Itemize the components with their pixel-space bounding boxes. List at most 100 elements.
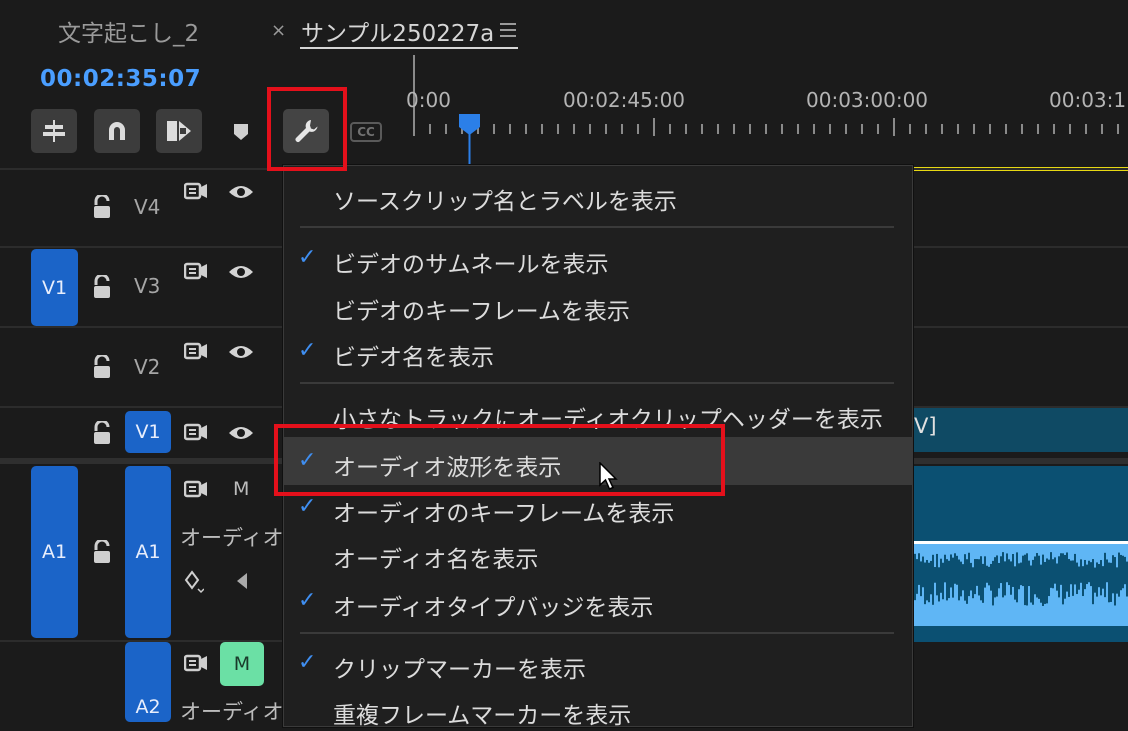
track-label-v4: V4 [134, 195, 161, 219]
ruler-tick [797, 124, 799, 134]
ruler-tick [701, 124, 703, 134]
ruler-time-2: 00:03:00:00 [806, 88, 929, 112]
track-target-a1[interactable]: A1 [125, 466, 171, 638]
active-tab-underline [300, 47, 518, 49]
ruler-tick [877, 124, 879, 134]
insert-nest-button[interactable] [31, 109, 77, 153]
ruler-tick [1085, 124, 1087, 134]
menu-item-audio-type-badge[interactable]: ✓ オーディオタイプバッジを表示 [284, 579, 912, 623]
ruler-tick [733, 124, 735, 134]
ruler-tick [813, 124, 815, 134]
checkmark-icon: ✓ [298, 588, 317, 613]
ruler-tick [909, 124, 911, 134]
playhead-timecode[interactable]: 00:02:35:07 [40, 66, 201, 92]
hamburger-icon[interactable] [500, 22, 518, 38]
tab-transcript[interactable]: 文字起こし_2 [58, 14, 199, 48]
previous-keyframe-icon[interactable] [236, 572, 248, 594]
magnet-icon [109, 122, 125, 140]
menu-separator [300, 632, 894, 634]
video-clip-label: V] [914, 414, 937, 438]
menu-item-video-thumbnails[interactable]: ✓ ビデオのサムネールを表示 [284, 236, 912, 280]
eye-icon[interactable] [228, 184, 254, 204]
snap-button[interactable] [94, 109, 140, 153]
ruler-time-3: 00:03:1 [1049, 88, 1127, 112]
ruler-ticks[interactable] [413, 118, 1128, 138]
lock-icon[interactable] [92, 193, 112, 223]
ruler-tick [557, 124, 559, 134]
ruler-tick [765, 124, 767, 134]
track-target-a2[interactable]: A2 [125, 642, 171, 722]
linked-selection-button[interactable] [156, 109, 202, 153]
ruler-tick [829, 124, 831, 134]
ruler-tick [845, 124, 847, 134]
menu-item-audio-names[interactable]: オーディオ名を表示 [284, 531, 912, 575]
highlight-box-waveform-item [274, 424, 725, 496]
ruler-tick [429, 124, 431, 134]
track-name-a2: オーディオ [180, 700, 283, 724]
sync-lock-icon[interactable] [183, 654, 208, 676]
ruler-tick [781, 124, 783, 134]
ruler-tick [653, 118, 655, 136]
keyframe-icon[interactable] [184, 570, 205, 598]
sync-lock-icon[interactable] [183, 262, 208, 284]
video-clip[interactable]: V] [912, 408, 1128, 452]
ruler-tick [1053, 124, 1055, 134]
menu-item-video-keyframes[interactable]: ビデオのキーフレームを表示 [284, 283, 912, 327]
mute-button-a1[interactable]: M [233, 478, 249, 500]
eye-icon[interactable] [228, 425, 254, 445]
ruler-tick [1117, 124, 1119, 134]
ruler-tick [989, 124, 991, 134]
checkmark-icon: ✓ [298, 650, 317, 675]
menu-item-source-clip-name[interactable]: ソースクリップ名とラベルを表示 [284, 173, 912, 217]
sync-lock-icon[interactable] [183, 182, 208, 204]
ruler-time-1: 00:02:45:00 [563, 88, 686, 112]
menu-separator [300, 382, 894, 384]
ruler-tick [685, 124, 687, 134]
menu-item-video-names[interactable]: ✓ ビデオ名を表示 [284, 329, 912, 373]
ruler-tick [893, 118, 895, 136]
audio-clip[interactable] [912, 466, 1128, 642]
captions-button[interactable]: CC [350, 122, 382, 142]
lock-icon[interactable] [92, 273, 112, 303]
ruler-tick [1101, 124, 1103, 134]
checkmark-icon: ✓ [298, 338, 317, 363]
source-patch-a1[interactable]: A1 [31, 466, 78, 638]
lock-icon[interactable] [92, 538, 112, 568]
track-target-v1[interactable]: V1 [125, 411, 171, 453]
eye-icon[interactable] [228, 344, 254, 364]
menu-separator [300, 226, 894, 228]
ruler-tick [1005, 124, 1007, 134]
ruler-tick [1037, 124, 1039, 134]
sync-lock-icon[interactable] [183, 423, 208, 445]
menu-item-duplicate-frame-markers[interactable]: 重複フレームマーカーを表示 [284, 687, 912, 731]
ruler-tick [861, 124, 863, 134]
ruler-tick [941, 124, 943, 134]
sync-lock-icon[interactable] [183, 342, 208, 364]
lock-icon[interactable] [92, 419, 112, 449]
ruler-tick [509, 124, 511, 134]
ruler-tick [973, 124, 975, 134]
checkmark-icon: ✓ [298, 245, 317, 270]
ruler-tick [573, 124, 575, 134]
lock-icon[interactable] [92, 353, 112, 383]
source-patch-v1[interactable]: V1 [31, 249, 78, 326]
ruler-tick [1069, 124, 1071, 134]
ruler-tick [525, 124, 527, 134]
eye-icon[interactable] [228, 264, 254, 284]
checkmark-icon: ✓ [298, 494, 317, 519]
menu-item-clip-markers[interactable]: ✓ クリップマーカーを表示 [284, 641, 912, 685]
mute-button-a2[interactable]: M [220, 642, 264, 686]
ruler-tick [605, 124, 607, 134]
linked-selection-icon [167, 121, 191, 141]
ruler-tick [717, 124, 719, 134]
track-name-a1: オーディオ [180, 526, 283, 550]
ruler-tick [957, 124, 959, 134]
ruler-tick [749, 124, 751, 134]
ruler-tick [413, 118, 415, 136]
tab-sample-sequence[interactable]: サンプル250227a [301, 14, 494, 48]
tab-close-button[interactable]: × [271, 20, 286, 41]
add-marker-icon[interactable] [233, 123, 249, 145]
ruler-tick [637, 124, 639, 134]
playhead-handle[interactable] [458, 113, 482, 171]
sync-lock-icon[interactable] [183, 480, 208, 502]
